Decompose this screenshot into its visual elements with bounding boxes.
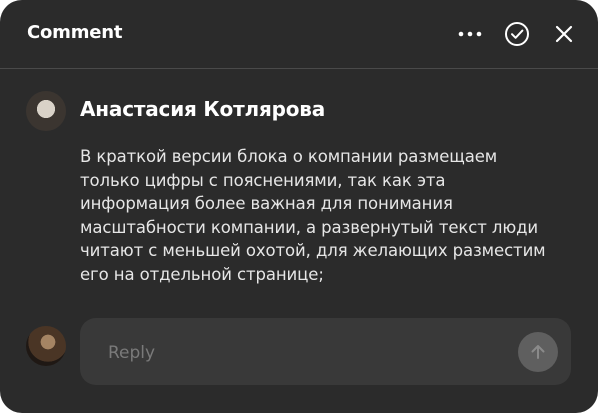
close-button[interactable] [551,21,577,47]
author-avatar [26,91,66,131]
send-reply-button[interactable] [518,332,558,372]
reply-box [80,318,571,385]
more-icon [458,31,482,37]
comment-panel: Comment Анастасия Котлярова В краткой ве… [0,0,598,413]
arrow-up-icon [531,345,545,359]
comment-text: В краткой версии блока о компании размещ… [80,147,546,284]
comment-author: Анастасия Котлярова [80,97,325,121]
current-user-avatar [26,326,66,366]
resolve-button[interactable] [504,21,530,47]
panel-header: Comment [0,0,598,68]
more-options-button[interactable] [457,21,483,47]
check-circle-icon [505,22,529,46]
reply-row [0,318,598,386]
reply-input[interactable] [106,339,490,367]
header-divider [0,68,598,69]
close-icon [555,25,573,43]
panel-title: Comment [27,22,123,43]
